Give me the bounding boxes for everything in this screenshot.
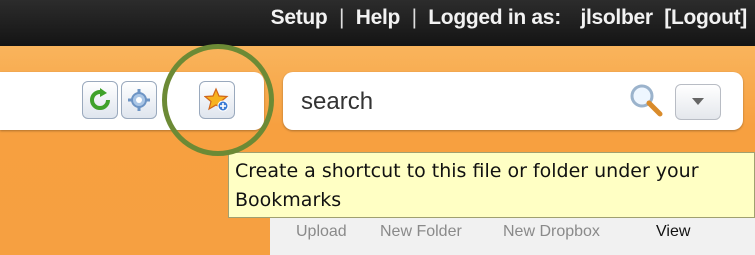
nav-separator: | [339,6,345,29]
refresh-button[interactable] [82,81,118,119]
tooltip: Create a shortcut to this file or folder… [228,152,755,218]
nav-separator: | [411,6,417,29]
gear-icon [128,89,150,111]
username: jlsolber [580,6,653,29]
chevron-down-icon [692,98,704,105]
refresh-icon [90,88,110,110]
new-folder-button[interactable]: New Folder [380,223,462,241]
settings-button[interactable] [121,81,157,119]
view-button[interactable]: View [656,223,690,241]
new-dropbox-button[interactable]: New Dropbox [503,223,600,241]
logout-link[interactable]: [Logout] [664,6,747,29]
top-bar: Setup | Help | Logged in as: jlsolber [L… [0,0,755,46]
search-box: search [283,72,743,130]
setup-link[interactable]: Setup [271,6,328,29]
search-dropdown-button[interactable] [675,84,721,120]
logged-in-label: Logged in as: [428,6,561,29]
search-input[interactable]: search [301,88,373,116]
help-link[interactable]: Help [356,6,401,29]
top-nav: Setup | Help | Logged in as: jlsolber [L… [265,6,748,30]
annotation-circle [162,44,274,156]
upload-button[interactable]: Upload [296,223,347,241]
magnifier-icon[interactable] [628,82,664,118]
